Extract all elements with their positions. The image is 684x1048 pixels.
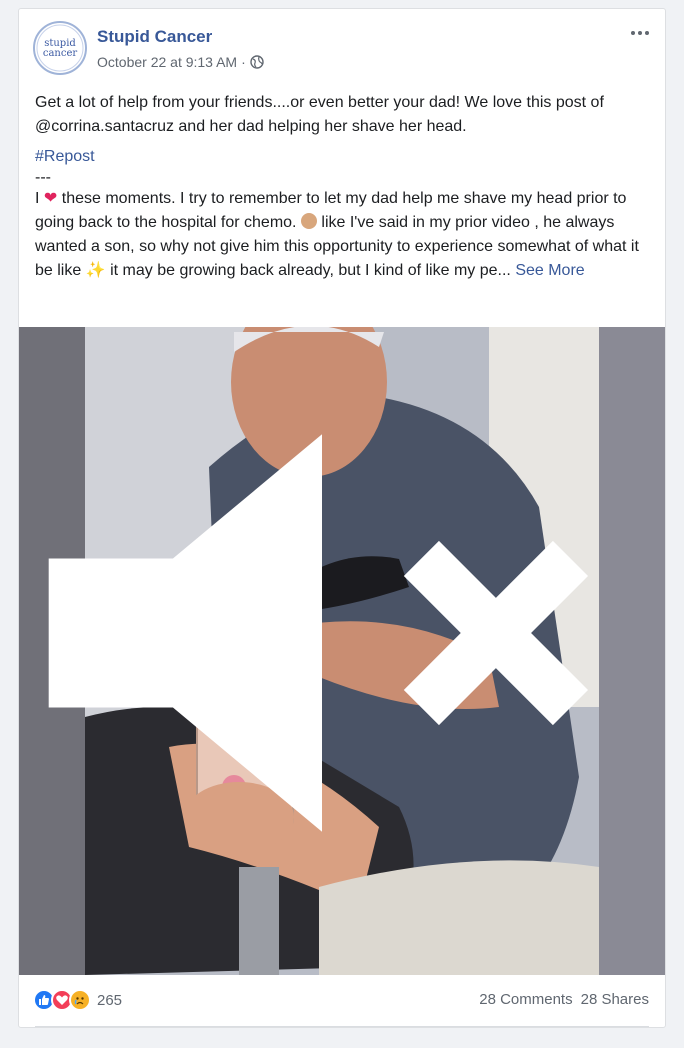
post-video[interactable] <box>19 327 665 975</box>
see-more-link[interactable]: See More <box>515 262 584 279</box>
heart-icon: ❤ <box>43 190 58 207</box>
post-quote-text: I ❤ these moments. I try to remember to … <box>35 187 655 283</box>
sad-reaction-icon <box>69 989 91 1011</box>
reaction-count: 265 <box>97 991 123 1009</box>
post-header: stupid cancer Stupid Cancer October 22 a… <box>19 9 665 87</box>
post-footer: 265 28 Comments 28 Shares <box>19 975 665 1029</box>
sparkles-icon: ✨ <box>85 262 106 279</box>
post-card: stupid cancer Stupid Cancer October 22 a… <box>18 8 666 1028</box>
quote-part-4: it may be growing back already, but I ki… <box>110 262 511 279</box>
post-timestamp[interactable]: October 22 at 9:13 AM <box>97 54 237 70</box>
post-meta: October 22 at 9:13 AM · <box>97 54 264 70</box>
page-avatar[interactable]: stupid cancer <box>33 21 87 75</box>
page-name-link[interactable]: Stupid Cancer <box>97 27 212 47</box>
engagement-counts: 28 Comments 28 Shares <box>479 991 649 1008</box>
quote-part-1: I <box>35 190 40 207</box>
volume-muted-icon[interactable] <box>19 327 645 957</box>
post-dashes: --- <box>35 169 51 186</box>
meta-separator: · <box>241 54 246 70</box>
reactions-summary[interactable]: 265 <box>33 989 122 1011</box>
avatar-text-2: cancer <box>43 48 78 59</box>
post-body: Get a lot of help from your friends....o… <box>35 91 655 283</box>
more-options-icon[interactable] <box>625 23 655 43</box>
shares-count-link[interactable]: 28 Shares <box>581 991 649 1008</box>
post-intro-text: Get a lot of help from your friends....o… <box>35 94 604 135</box>
comments-count-link[interactable]: 28 Comments <box>479 991 572 1008</box>
baby-face-icon <box>300 213 317 229</box>
hashtag-link[interactable]: #Repost <box>35 148 95 165</box>
globe-icon[interactable] <box>250 55 264 69</box>
footer-divider <box>35 1026 649 1027</box>
logo-icon: stupid cancer <box>36 24 84 72</box>
